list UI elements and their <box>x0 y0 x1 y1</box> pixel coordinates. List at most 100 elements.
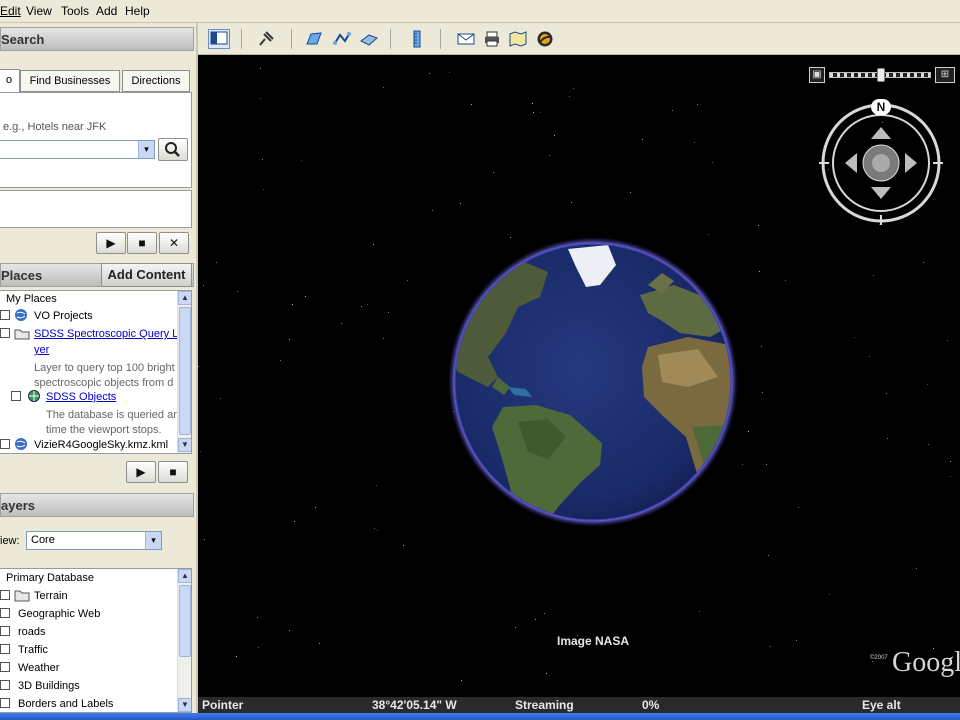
star <box>554 135 555 136</box>
folder-icon <box>14 590 30 602</box>
sidebar-toggle-icon[interactable] <box>208 29 230 49</box>
checkbox-borders-labels[interactable] <box>0 698 10 708</box>
checkbox-3d-buildings[interactable] <box>0 680 10 690</box>
star <box>493 172 494 173</box>
zoom-out-icon[interactable]: ▣ <box>809 67 825 83</box>
chevron-down-icon[interactable]: ▾ <box>145 532 161 549</box>
google-logo: Googl <box>892 647 960 678</box>
toolbar-separator <box>440 29 441 49</box>
star <box>950 476 951 477</box>
search-close-button[interactable]: ✕ <box>159 232 189 254</box>
ruler-icon[interactable] <box>407 29 427 49</box>
tree-item-sdss-spectroscopic-line2[interactable]: yer <box>34 344 49 356</box>
star <box>916 568 917 569</box>
search-button[interactable] <box>158 138 188 161</box>
layers-scrollbar[interactable]: ▲ ▼ <box>177 569 191 712</box>
earth-globe[interactable] <box>448 237 738 527</box>
layers-view-select[interactable]: Core ▾ <box>26 531 162 550</box>
sky-switch-icon[interactable] <box>535 29 555 49</box>
star <box>697 104 698 105</box>
star <box>923 262 924 263</box>
zoom-in-icon[interactable]: ⊞ <box>935 67 955 83</box>
layer-traffic[interactable]: Traffic <box>18 644 48 656</box>
toolbar-separator <box>291 29 292 49</box>
map-view[interactable]: ▣ ⊞ N Image NASA ©2007 Googl <box>198 55 960 697</box>
polygon-icon[interactable] <box>304 29 324 49</box>
tour-stop-button[interactable]: ■ <box>127 232 157 254</box>
layer-primary-database[interactable]: Primary Database <box>6 572 94 584</box>
star <box>630 192 631 193</box>
status-streaming-percent: 0% <box>642 698 660 712</box>
google-maps-icon[interactable] <box>508 29 528 49</box>
menu-tools[interactable]: Tools <box>61 4 89 18</box>
tree-item-sdss-spectroscopic-line1[interactable]: SDSS Spectroscopic Query L <box>34 328 178 340</box>
places-scrollbar[interactable]: ▲ ▼ <box>177 291 191 453</box>
menu-view[interactable]: View <box>26 4 52 18</box>
stop-icon: ■ <box>138 236 146 250</box>
star <box>869 356 870 357</box>
star <box>262 159 263 160</box>
checkbox-sdss-spectroscopic[interactable] <box>0 328 10 338</box>
tree-item-my-places[interactable]: My Places <box>6 293 57 305</box>
scroll-up-icon[interactable]: ▲ <box>178 291 191 305</box>
places-play-button[interactable]: ▶ <box>126 461 156 483</box>
places-scroll-thumb[interactable] <box>179 307 191 435</box>
scroll-down-icon[interactable]: ▼ <box>178 698 191 712</box>
image-overlay-icon[interactable] <box>359 29 379 49</box>
path-icon[interactable] <box>332 29 352 49</box>
north-indicator[interactable]: N <box>871 99 891 115</box>
menu-edit[interactable]: Edit <box>0 4 21 18</box>
play-icon: ▶ <box>136 465 146 479</box>
star <box>573 88 574 89</box>
star <box>289 339 290 340</box>
menu-add[interactable]: Add <box>96 4 117 18</box>
tree-item-vizier[interactable]: VizieR4GoogleSky.kmz.kml <box>34 439 168 451</box>
layer-terrain[interactable]: Terrain <box>34 590 68 602</box>
checkbox-vo-projects[interactable] <box>0 310 10 320</box>
places-stop-button[interactable]: ■ <box>158 461 188 483</box>
placemark-pushpin-icon[interactable] <box>256 29 276 49</box>
layers-scroll-thumb[interactable] <box>179 585 191 657</box>
search-input[interactable]: ▾ <box>0 140 155 159</box>
add-content-button[interactable]: Add Content <box>101 263 192 287</box>
email-icon[interactable] <box>456 29 476 49</box>
checkbox-traffic[interactable] <box>0 644 10 654</box>
checkbox-sdss-objects[interactable] <box>11 391 21 401</box>
tree-item-vo-projects[interactable]: VO Projects <box>34 310 93 322</box>
star <box>383 87 384 88</box>
star <box>770 646 771 647</box>
checkbox-terrain[interactable] <box>0 590 10 600</box>
status-bar: Pointer 38°42'05.14" W Streaming 0% Eye … <box>198 697 960 713</box>
scroll-down-icon[interactable]: ▼ <box>178 438 191 452</box>
checkbox-roads[interactable] <box>0 626 10 636</box>
layer-roads[interactable]: roads <box>18 626 46 638</box>
tab-fly-to[interactable]: o <box>0 69 20 94</box>
tour-play-button[interactable]: ▶ <box>96 232 126 254</box>
tab-find-businesses[interactable]: Find Businesses <box>20 70 120 92</box>
menu-edit-label: Edit <box>0 4 21 18</box>
layer-3d-buildings[interactable]: 3D Buildings <box>18 680 80 692</box>
layer-geographic-web[interactable]: Geographic Web <box>18 608 100 620</box>
navigation-compass[interactable] <box>819 99 943 225</box>
layer-weather[interactable]: Weather <box>18 662 59 674</box>
star <box>928 444 929 445</box>
layers-header[interactable]: ayers <box>0 493 194 517</box>
zoom-thumb[interactable] <box>877 68 885 82</box>
star <box>571 202 572 203</box>
search-dropdown-chevron-icon[interactable]: ▾ <box>138 141 154 158</box>
checkbox-weather[interactable] <box>0 662 10 672</box>
tree-item-sdss-objects[interactable]: SDSS Objects <box>46 391 116 403</box>
checkbox-vizier[interactable] <box>0 439 10 449</box>
layer-borders-labels[interactable]: Borders and Labels <box>18 698 113 710</box>
tab-directions[interactable]: Directions <box>122 70 190 92</box>
search-header[interactable]: Search <box>0 27 194 51</box>
menu-help[interactable]: Help <box>125 4 150 18</box>
checkbox-geographic-web[interactable] <box>0 608 10 618</box>
scroll-up-icon[interactable]: ▲ <box>178 569 191 583</box>
copyright-year: ©2007 <box>870 655 888 661</box>
star <box>540 112 541 113</box>
star <box>758 225 759 226</box>
print-icon[interactable] <box>482 29 502 49</box>
zoom-slider[interactable]: ▣ ⊞ <box>809 67 959 83</box>
star <box>829 594 830 595</box>
